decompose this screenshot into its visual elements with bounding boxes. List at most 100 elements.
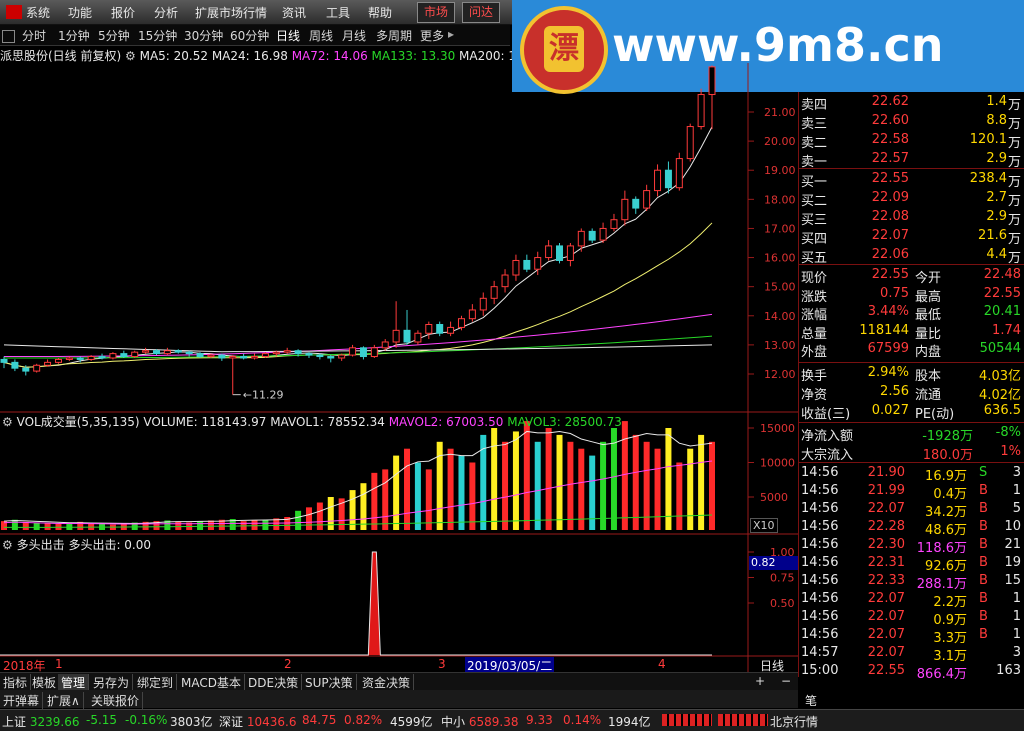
market-button[interactable]: 市场: [417, 2, 456, 23]
stat-row[interactable]: 总量 118144 量比 1.74: [801, 323, 1023, 342]
tab-save-as[interactable]: 另存为: [90, 674, 134, 691]
ma-line-ma72: [3, 313, 713, 358]
tab-template[interactable]: 模板: [29, 674, 61, 691]
bid-row[interactable]: 买五 22.06 4.4 万: [801, 247, 1023, 266]
settings-icon[interactable]: ⚙: [125, 49, 140, 63]
sme-index-label[interactable]: 中小: [441, 715, 465, 729]
tab-sup[interactable]: SUP决策: [302, 674, 357, 691]
tick-row[interactable]: 14:56 22.07 2.2万 B 1: [801, 591, 1023, 610]
stat-row[interactable]: 现价 22.55 今开 22.48: [801, 267, 1023, 286]
tick-row[interactable]: 14:56 22.33 288.1万 B 15: [801, 573, 1023, 592]
period-daily[interactable]: 日线: [276, 27, 300, 44]
stat-label: 总量: [801, 326, 828, 342]
bid-row[interactable]: 买一 22.55 238.4 万: [801, 171, 1023, 190]
flow-label: 净流入额: [801, 429, 854, 444]
tick-row[interactable]: 14:56 22.07 34.2万 B 5: [801, 501, 1023, 520]
ask-price: 22.60: [871, 113, 909, 128]
ask-button[interactable]: 问达: [462, 2, 501, 23]
period-weekly[interactable]: 周线: [309, 27, 333, 44]
price-axis-label: 21.00: [764, 106, 796, 119]
stat-row[interactable]: 外盘 67599 内盘 50544: [801, 341, 1023, 360]
menu-news[interactable]: 资讯: [282, 4, 306, 21]
stat-label: 内盘: [915, 345, 942, 360]
flow-row[interactable]: 净流入额 -1928万 -8%: [801, 425, 1023, 444]
period-intraday[interactable]: 分时: [22, 27, 46, 44]
tick-row[interactable]: 14:57 22.07 3.1万 3: [801, 645, 1023, 664]
sh-index-label[interactable]: 上证: [2, 715, 26, 729]
volume-bar: [621, 421, 628, 530]
period-monthly[interactable]: 月线: [342, 27, 366, 44]
more-dropdown-icon[interactable]: ▸: [448, 27, 454, 41]
tick-row[interactable]: 14:56 22.07 3.3万 B 1: [801, 627, 1023, 646]
remove-tab-icon[interactable]: −: [778, 674, 794, 688]
bid-row[interactable]: 买二 22.09 2.7 万: [801, 190, 1023, 209]
menu-tools[interactable]: 工具: [326, 4, 350, 21]
ask-unit: 万: [1007, 98, 1021, 113]
tick-row[interactable]: 14:56 22.07 0.9万 B 1: [801, 609, 1023, 628]
indicator-settings-icon[interactable]: ⚙: [2, 538, 13, 552]
mavol1-value: MAVOL1: 78552.34: [270, 415, 385, 429]
period-1min[interactable]: 1分钟: [58, 27, 90, 44]
grid-icon[interactable]: [2, 30, 15, 43]
stat-row[interactable]: 涨幅 3.44% 最低 20.41: [801, 304, 1023, 323]
sme-index-value: 6589.38: [468, 715, 519, 729]
app-logo-icon: [6, 5, 22, 19]
stat-row[interactable]: 换手 2.94% 股本 4.03亿: [801, 365, 1023, 384]
flow-row[interactable]: 大宗流入 180.0万 1%: [801, 444, 1023, 463]
menu-analysis[interactable]: 分析: [154, 4, 178, 21]
candle-body: [65, 357, 73, 360]
period-30min[interactable]: 30分钟: [184, 27, 223, 44]
index-status-bar: 上证 3239.66 -5.15 -0.16% 3803亿 深证 10436.6…: [0, 709, 1024, 731]
ask-row[interactable]: 卖二 22.58 120.1 万: [801, 132, 1023, 151]
tab-manage[interactable]: 管理: [58, 674, 90, 691]
related-quote-toggle[interactable]: 关联报价: [88, 692, 144, 709]
candle-body: [359, 347, 367, 358]
candle-body: [414, 332, 422, 343]
tick-price: 22.31: [867, 555, 905, 570]
bid-row[interactable]: 买四 22.07 21.6 万: [801, 228, 1023, 247]
stat-row[interactable]: 涨跌 0.75 最高 22.55: [801, 286, 1023, 305]
ask-row[interactable]: 卖三 22.60 8.8 万: [801, 113, 1023, 132]
kline-chart[interactable]: ←11.29 21.00 20.00 19.00 18.00 17.00 16.00 15.…: [0, 63, 798, 672]
sz-index-label[interactable]: 深证: [219, 715, 243, 729]
tab-bind-to[interactable]: 绑定到: [134, 674, 178, 691]
period-15min[interactable]: 15分钟: [138, 27, 177, 44]
tick-row[interactable]: 15:00 22.55 866.4万 163: [801, 663, 1023, 682]
tick-row[interactable]: 14:56 22.28 48.6万 B 10: [801, 519, 1023, 538]
tick-row[interactable]: 14:56 21.99 0.4万 B 1: [801, 483, 1023, 502]
tick-mode-label[interactable]: 笔: [805, 692, 817, 709]
ask-row[interactable]: 卖一 22.57 2.9 万: [801, 151, 1023, 170]
menu-help[interactable]: 帮助: [368, 4, 392, 21]
candle-body: [229, 356, 237, 359]
barrage-toggle[interactable]: 开弹幕: [0, 692, 44, 709]
period-more[interactable]: 更多: [420, 27, 444, 44]
beijing-quote-label[interactable]: 北京行情: [770, 713, 818, 730]
period-60min[interactable]: 60分钟: [230, 27, 269, 44]
menu-quote[interactable]: 报价: [111, 4, 135, 21]
menu-function[interactable]: 功能: [68, 4, 92, 21]
tab-capital[interactable]: 资金决策: [359, 674, 415, 691]
price-axis-label: 14.00: [764, 310, 796, 323]
candle-body: [697, 94, 705, 128]
period-5min[interactable]: 5分钟: [98, 27, 130, 44]
candle-body: [381, 341, 389, 349]
menu-extended-market[interactable]: 扩展市场行情: [195, 4, 267, 21]
tab-macd[interactable]: MACD基本: [178, 674, 245, 691]
tick-row[interactable]: 14:56 21.90 16.9万 S 3: [801, 465, 1023, 484]
menu-system[interactable]: 系统: [26, 4, 50, 21]
stat-row[interactable]: 收益(三) 0.027 PE(动) 636.5: [801, 403, 1023, 422]
tab-dde[interactable]: DDE决策: [245, 674, 303, 691]
tab-indicator[interactable]: 指标: [0, 674, 32, 691]
period-multi[interactable]: 多周期: [376, 27, 412, 44]
tick-row[interactable]: 14:56 22.30 118.6万 B 21: [801, 537, 1023, 556]
stat-row[interactable]: 净资 2.56 流通 4.02亿: [801, 384, 1023, 403]
add-tab-icon[interactable]: +: [752, 674, 768, 688]
expand-toggle[interactable]: 扩展∧: [44, 692, 84, 709]
stat-label: 收益(三): [801, 407, 851, 422]
month-label: 4: [658, 657, 666, 671]
bid-row[interactable]: 买三 22.08 2.9 万: [801, 209, 1023, 228]
tick-row[interactable]: 14:56 22.31 92.6万 B 19: [801, 555, 1023, 574]
candle-body: [0, 358, 8, 363]
volume-settings-icon[interactable]: ⚙: [2, 415, 13, 429]
ask-row[interactable]: 卖四 22.62 1.4 万: [801, 94, 1023, 113]
